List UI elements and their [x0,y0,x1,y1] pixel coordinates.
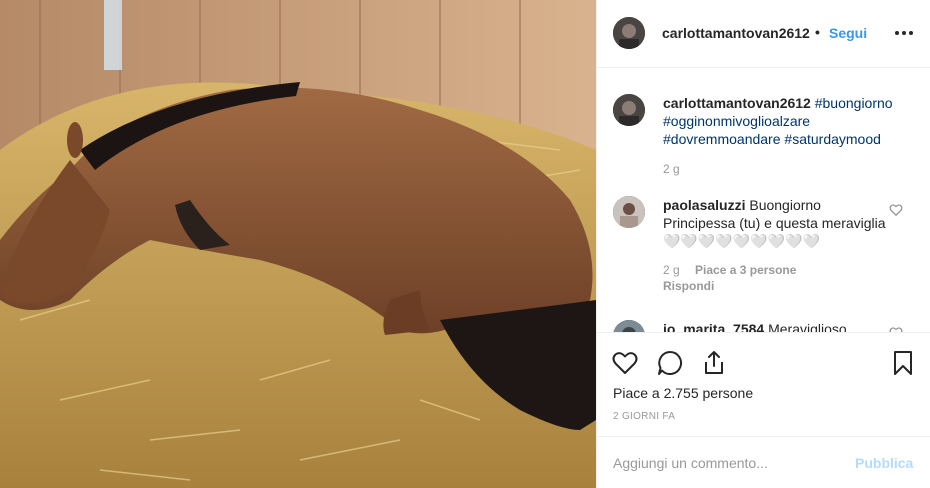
author-username[interactable]: carlottamantovan2612 [662,25,810,41]
comment-like-icon[interactable] [889,203,903,217]
comment-username[interactable]: paolasaluzzi [663,197,745,213]
comment-text: paolasaluzzi Buongiorno Principessa (tu)… [663,196,887,250]
avatar-image [613,320,645,332]
bookmark-icon[interactable] [889,349,917,377]
comment-likes[interactable]: Piace a 3 persone [695,263,796,277]
caption-avatar[interactable] [613,94,645,126]
heart-icon[interactable] [611,349,639,377]
caption-time[interactable]: 2 g [663,162,680,176]
comments-list[interactable]: carlottamantovan2612 #buongiorno #oggino… [597,68,930,332]
author-avatar[interactable] [613,17,645,49]
reply-button[interactable]: Rispondi [663,279,714,293]
horse-photo-illustration [0,0,596,488]
likes-count[interactable]: Piace a 2.755 persone [613,385,753,401]
publish-button[interactable]: Pubblica [855,455,913,471]
comment-meta: 2 g Piace a 3 persone [663,263,796,277]
comment-input[interactable] [613,452,843,474]
post-side-panel: carlottamantovan2612 • Segui carlottaman… [596,0,930,488]
post-photo[interactable] [0,0,596,488]
post-header: carlottamantovan2612 • Segui [597,0,930,68]
avatar-image [613,94,645,126]
hashtag-link[interactable]: #buongiorno [815,95,893,111]
follow-button[interactable]: Segui [829,25,867,41]
header-separator: • [815,24,820,40]
comment-text: jo_marita_7584 Meraviglioso [663,320,893,332]
comment-body: Meraviglioso [768,321,847,332]
avatar-image [613,196,645,228]
caption-username[interactable]: carlottamantovan2612 [663,95,811,111]
more-options-icon[interactable] [893,22,915,44]
post-date[interactable]: 2 GIORNI FA [613,411,675,422]
commenter-avatar[interactable] [613,320,645,332]
comment-username[interactable]: jo_marita_7584 [663,321,764,332]
post-actions: Piace a 2.755 persone 2 GIORNI FA [597,332,930,436]
hashtag-link[interactable]: #saturdaymood [784,131,881,147]
avatar-image [613,17,645,49]
comment-time[interactable]: 2 g [663,263,680,277]
caption-text: carlottamantovan2612 #buongiorno #oggino… [663,94,913,148]
hashtag-link[interactable]: #ogginonmivoglioalzare [663,113,810,129]
comment-icon[interactable] [656,349,684,377]
share-icon[interactable] [700,349,728,377]
hashtag-link[interactable]: #dovremmoandare [663,131,781,147]
add-comment-bar: Pubblica [597,436,930,488]
commenter-avatar[interactable] [613,196,645,228]
